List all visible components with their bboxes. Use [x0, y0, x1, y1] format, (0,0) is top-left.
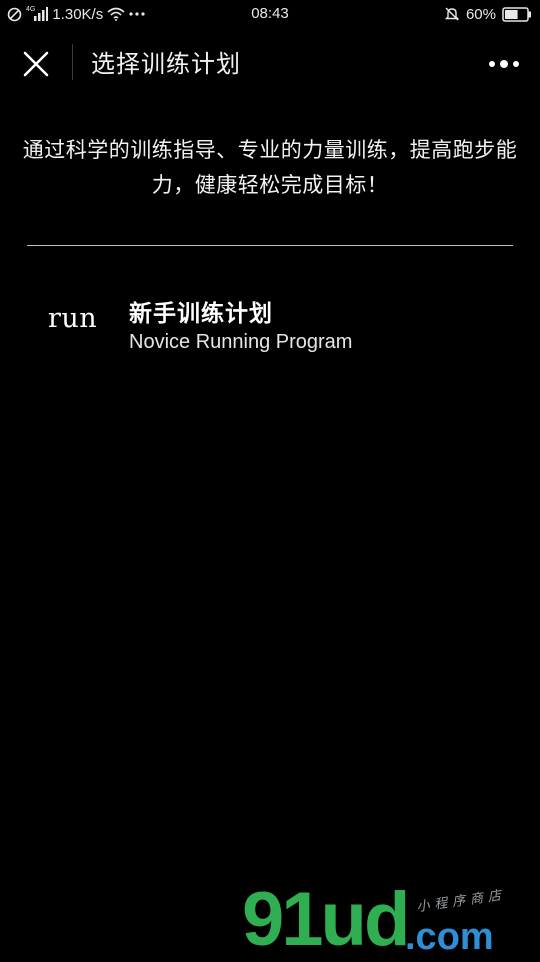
watermark-tagline: 小程序商店: [415, 887, 507, 916]
close-icon: [23, 51, 49, 77]
plan-item-novice[interactable]: run 新手训练计划 Novice Running Program: [27, 282, 513, 368]
status-bar-right: 60%: [444, 4, 532, 24]
battery-icon: [502, 6, 532, 22]
plan-logo: run: [48, 303, 98, 334]
more-button[interactable]: [484, 50, 524, 78]
battery-percent: 60%: [465, 5, 496, 23]
plan-title: 新手训练计划: [129, 301, 273, 327]
plan-subtitle: Novice Running Program: [129, 331, 353, 353]
status-bar: 4G 1.30K/s 08:43 60%: [0, 0, 540, 28]
section-divider: [27, 245, 513, 246]
watermark: 91ud .com 小程序商店: [238, 882, 538, 960]
more-dots-icon: [489, 60, 519, 68]
intro-text: 通过科学的训练指导、专业的力量训练，提高跑步能力，健康轻松完成目标！: [22, 138, 518, 197]
page-title: 选择训练计划: [91, 50, 241, 78]
mute-bell-icon: [444, 6, 460, 22]
close-button[interactable]: [20, 48, 52, 80]
navigation-bar: 选择训练计划: [0, 28, 540, 100]
watermark-logo: 91ud: [242, 877, 410, 962]
watermark-domain: .com: [405, 916, 494, 958]
nav-divider: [72, 44, 73, 80]
